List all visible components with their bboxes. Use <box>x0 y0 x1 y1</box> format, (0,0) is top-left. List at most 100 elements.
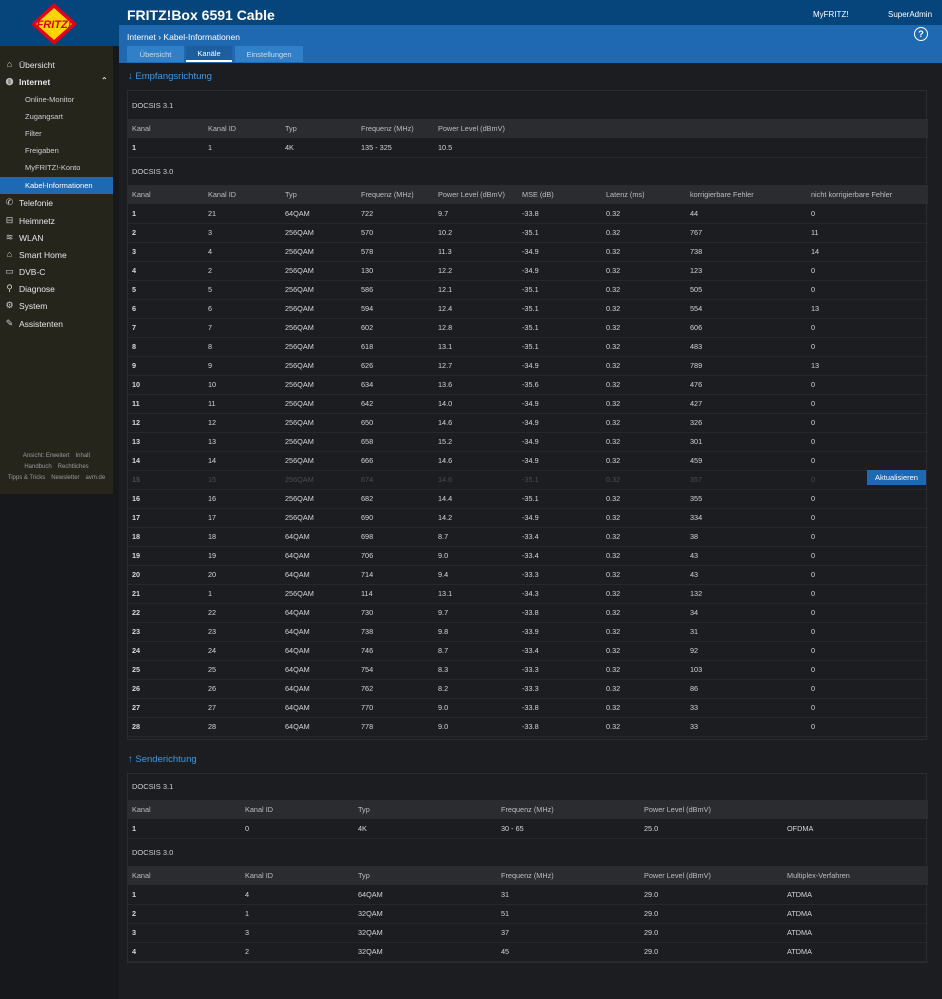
myfritz-link[interactable]: MyFRITZ! <box>813 10 849 19</box>
table-cell: 7 <box>128 318 204 338</box>
table-cell: 0.32 <box>602 584 686 604</box>
sidebar-item-wlan[interactable]: ≋ WLAN <box>0 229 113 246</box>
table-row: 28 28 64QAM 778 9.0 -33.8 0.32 33 0 <box>128 717 928 737</box>
table-cell: 256QAM <box>281 470 357 490</box>
breadcrumb-parent[interactable]: Internet <box>127 32 156 42</box>
breadcrumb-separator: › <box>158 32 162 42</box>
breadcrumb-current: Kabel-Informationen <box>163 32 240 42</box>
sidebar-item-filter[interactable]: Filter <box>0 125 113 142</box>
sidebar-item-label: Zugangsart <box>25 112 63 121</box>
tab-kanaele[interactable]: Kanäle <box>186 46 232 62</box>
table-row: 3 4 256QAM 578 11.3 -34.9 0.32 738 14 <box>128 242 928 262</box>
sidebar-item-kabel-informationen[interactable]: Kabel-Informationen <box>0 177 113 194</box>
table-cell: 64QAM <box>281 717 357 737</box>
sidebar-item-zugangsart[interactable]: Zugangsart <box>0 108 113 125</box>
table-cell: 26 <box>204 679 281 699</box>
table-cell: -33.3 <box>518 679 602 699</box>
table-cell: 12.2 <box>434 261 518 281</box>
column-header: Typ <box>281 119 357 138</box>
footer-manual-link[interactable]: Handbuch <box>24 464 51 470</box>
table-row: 10 10 256QAM 634 13.6 -35.6 0.32 476 0 <box>128 375 928 395</box>
table-cell: 2 <box>241 942 354 962</box>
footer-view-link[interactable]: Ansicht: Erweitert <box>23 453 70 459</box>
column-header: Multiplex-Verfahren <box>783 866 928 885</box>
table-cell: 0.32 <box>602 622 686 642</box>
table-cell: 18 <box>128 527 204 547</box>
sidebar-item-assistenten[interactable]: ✎ Assistenten <box>0 315 113 332</box>
footer-newsletter-link[interactable]: Newsletter <box>51 475 79 481</box>
table-row: 14 14 256QAM 666 14.6 -34.9 0.32 459 0 <box>128 451 928 471</box>
sidebar-item-smart-home[interactable]: ⌂ Smart Home <box>0 246 113 263</box>
chevron-up-icon[interactable]: ⌃ <box>101 76 108 85</box>
table-cell: -35.1 <box>518 318 602 338</box>
sidebar-item-label: Smart Home <box>19 249 67 260</box>
sidebar-item-diagnose[interactable]: ⚲ Diagnose <box>0 280 113 297</box>
table-cell: 0.32 <box>602 660 686 680</box>
receive-docsis30-label: DOCSIS 3.0 <box>132 167 174 176</box>
sidebar-item-freigaben[interactable]: Freigaben <box>0 142 113 159</box>
table-cell: 256QAM <box>281 280 357 300</box>
update-button[interactable]: Aktualisieren <box>867 470 926 485</box>
table-cell: 256QAM <box>281 261 357 281</box>
sidebar-item-telefonie[interactable]: ✆ Telefonie <box>0 194 113 211</box>
table-cell: 602 <box>357 318 434 338</box>
user-menu[interactable]: SuperAdmin <box>888 10 932 19</box>
table-cell: 25.0 <box>640 819 783 839</box>
sidebar-item-myfritz-konto[interactable]: MyFRITZ!-Konto <box>0 159 113 176</box>
table-cell: 135 - 325 <box>357 138 434 158</box>
table-cell: -35.1 <box>518 337 602 357</box>
table-cell: 0 <box>807 489 928 509</box>
table-cell: 0.32 <box>602 717 686 737</box>
table-cell: 0.32 <box>602 356 686 376</box>
table-cell: 754 <box>357 660 434 680</box>
breadcrumb-bar: Internet › Kabel-Informationen ? Übersic… <box>119 25 942 63</box>
help-icon[interactable]: ? <box>914 27 928 41</box>
table-cell: 0 <box>807 565 928 585</box>
table-cell: 674 <box>357 470 434 490</box>
tab-einstellungen[interactable]: Einstellungen <box>235 46 303 62</box>
table-cell: 334 <box>686 508 807 528</box>
sidebar-item-label: System <box>19 300 48 311</box>
sidebar-item-online-monitor[interactable]: Online-Monitor <box>0 91 113 108</box>
sidebar-item-internet[interactable]: ◍ Internet ⌃ <box>0 73 113 90</box>
column-header: Kanal ID <box>241 800 354 819</box>
column-header: nicht korrigierbare Fehler <box>807 185 928 204</box>
table-cell: -34.9 <box>518 451 602 471</box>
table-row: 18 18 64QAM 698 8.7 -33.4 0.32 38 0 <box>128 527 928 547</box>
tab-uebersicht[interactable]: Übersicht <box>127 46 184 62</box>
table-cell: 132 <box>686 584 807 604</box>
tv-icon: ▭ <box>5 266 14 276</box>
table-cell: ATDMA <box>783 885 928 905</box>
table-cell: 16 <box>204 489 281 509</box>
table-cell: 738 <box>686 242 807 262</box>
sidebar-item-heimnetz[interactable]: ⊟ Heimnetz <box>0 212 113 229</box>
table-cell: 5 <box>128 280 204 300</box>
sidebar-item-dvb-c[interactable]: ▭ DVB-C <box>0 263 113 280</box>
column-header: Kanal ID <box>204 185 281 204</box>
sidebar-item--bersicht[interactable]: ⌂ Übersicht <box>0 56 113 73</box>
table-cell: 578 <box>357 242 434 262</box>
table-cell: 459 <box>686 451 807 471</box>
footer-content-link[interactable]: Inhalt <box>76 453 91 459</box>
send-docsis31-table: Kanal Kanal ID Typ Frequenz (MHz) Power Leve… <box>128 800 928 839</box>
footer-tips-link[interactable]: Tipps & Tricks <box>8 475 45 481</box>
table-cell: 738 <box>357 622 434 642</box>
table-row: 20 20 64QAM 714 9.4 -33.3 0.32 43 0 <box>128 565 928 585</box>
table-cell: 22 <box>128 603 204 623</box>
fritz-logo[interactable]: FRITZ! <box>28 2 80 46</box>
table-cell: 0 <box>807 451 928 471</box>
table-cell: -35.1 <box>518 299 602 319</box>
receive-box: DOCSIS 3.1 Kanal Kanal ID Typ Frequenz (MHz… <box>127 90 928 740</box>
table-cell: 0.32 <box>602 413 686 433</box>
table-cell: 3 <box>128 242 204 262</box>
footer-avm-link[interactable]: avm.de <box>86 475 106 481</box>
sidebar-item-system[interactable]: ⚙ System <box>0 297 113 314</box>
column-header: Power Level (dBmV) <box>640 866 783 885</box>
footer-legal-link[interactable]: Rechtliches <box>58 464 89 470</box>
table-row: 8 8 256QAM 618 13.1 -35.1 0.32 483 0 <box>128 337 928 357</box>
table-cell: 256QAM <box>281 299 357 319</box>
table-row: 23 23 64QAM 738 9.8 -33.9 0.32 31 0 <box>128 622 928 642</box>
table-cell: 64QAM <box>281 679 357 699</box>
table-cell: 23 <box>204 622 281 642</box>
table-cell: 746 <box>357 641 434 661</box>
